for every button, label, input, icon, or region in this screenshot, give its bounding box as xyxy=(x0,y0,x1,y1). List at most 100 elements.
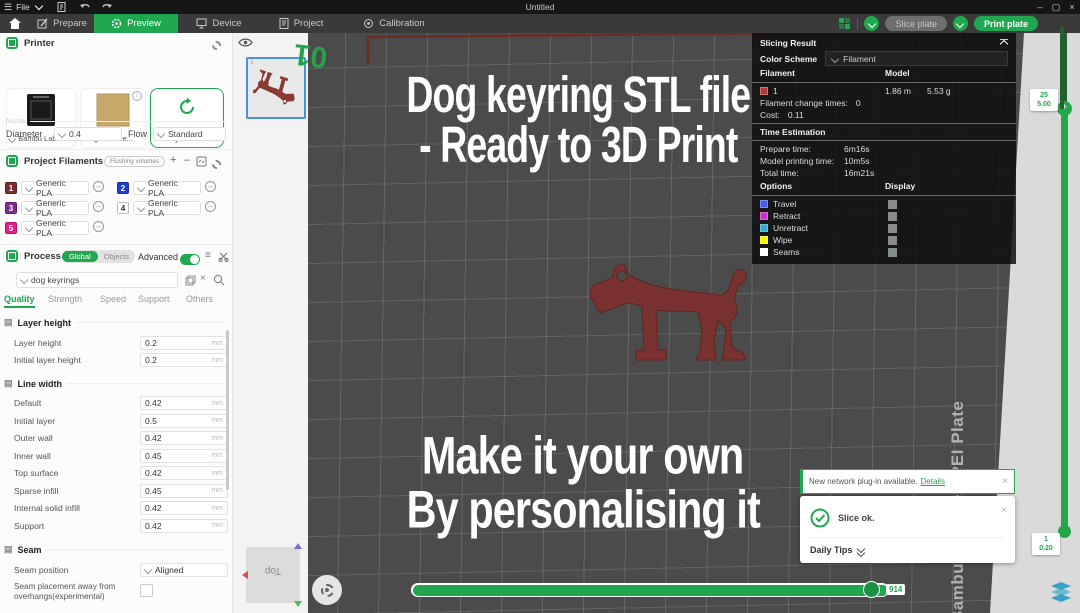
plate-number-label: 01 xyxy=(292,36,329,74)
daily-tips-link[interactable]: Daily Tips xyxy=(810,545,852,555)
close-icon[interactable]: × xyxy=(1001,506,1007,516)
collapse-panel-icon[interactable] xyxy=(1000,39,1008,47)
panel-scrollbar[interactable] xyxy=(226,330,229,490)
tab-support[interactable]: Support xyxy=(138,294,170,304)
compare-presets-icon[interactable] xyxy=(218,251,229,262)
printer-icon xyxy=(6,37,18,49)
retract-swatch xyxy=(760,212,768,220)
param-input[interactable]: 0.42mm xyxy=(140,396,228,410)
travel-checkbox[interactable] xyxy=(888,200,897,209)
filament-number: 1 xyxy=(773,86,778,96)
clear-search-icon[interactable]: × xyxy=(200,273,206,284)
tab-strength[interactable]: Strength xyxy=(48,294,82,304)
add-filament-button[interactable]: + xyxy=(170,154,176,166)
ams-sync-icon[interactable] xyxy=(196,156,207,167)
scope-toggle[interactable]: Global Objects xyxy=(62,250,135,263)
seams-checkbox[interactable]: ✓ xyxy=(888,248,897,257)
edit-filament-icon[interactable]: – xyxy=(205,181,216,192)
filament-color-chip[interactable]: 4 xyxy=(117,202,129,214)
dog-keyring-model[interactable] xyxy=(588,256,758,374)
overlay-caption-line2: By personalising it xyxy=(406,478,759,540)
edit-filament-icon[interactable]: – xyxy=(93,181,104,192)
param-input[interactable]: 0.2mm xyxy=(140,336,228,350)
param-row: Internal solid infill 0.42mm xyxy=(0,501,232,517)
param-input[interactable]: 0.42mm xyxy=(140,501,228,515)
parameter-list-icon[interactable]: ≡ xyxy=(205,250,211,261)
group-layer-height[interactable]: ▤ Layer height xyxy=(4,317,224,328)
tab-preview[interactable]: Preview xyxy=(94,14,178,33)
edit-filament-icon[interactable]: – xyxy=(93,201,104,212)
retract-checkbox[interactable] xyxy=(888,212,897,221)
filament-color-chip[interactable]: 2 xyxy=(117,182,129,194)
view-cube[interactable]: Top xyxy=(246,547,300,603)
param-input[interactable]: 0.42mm xyxy=(140,431,228,445)
param-input[interactable]: 0.45mm xyxy=(140,484,228,498)
close-icon[interactable]: × xyxy=(1002,477,1008,487)
tab-others[interactable]: Others xyxy=(186,294,213,304)
unretract-swatch xyxy=(760,224,768,232)
seam-position-select[interactable]: Aligned xyxy=(140,563,228,577)
group-line-width[interactable]: ▤ Line width xyxy=(4,378,224,389)
param-input[interactable]: 0.42mm xyxy=(140,466,228,480)
tab-speed[interactable]: Speed xyxy=(100,294,126,304)
filament-select[interactable]: Generic PLA xyxy=(21,201,89,215)
eye-icon[interactable] xyxy=(238,37,253,48)
filament-select[interactable]: Generic PLA xyxy=(133,181,201,195)
layers-icon[interactable] xyxy=(1050,582,1072,602)
print-plate-button[interactable]: Print plate xyxy=(974,16,1038,31)
plugin-notification-text: New network plug-in available. xyxy=(809,477,918,486)
param-input[interactable]: 0.45mm xyxy=(140,449,228,463)
info-icon[interactable]: i xyxy=(132,91,142,101)
unretract-checkbox[interactable] xyxy=(888,224,897,233)
slice-options-button[interactable] xyxy=(864,16,879,31)
plugin-details-link[interactable]: Details xyxy=(921,477,945,486)
preview-options-button[interactable] xyxy=(312,575,342,605)
filament-select[interactable]: Generic PLA xyxy=(21,181,89,195)
home-tab[interactable] xyxy=(0,14,30,33)
tab-prepare[interactable]: Prepare xyxy=(30,14,94,33)
edit-filament-icon[interactable]: – xyxy=(93,221,104,232)
filament-color-chip[interactable]: 3 xyxy=(5,202,17,214)
slice-ok-notification: Slice ok. × Daily Tips xyxy=(800,496,1015,563)
move-slider-handle[interactable] xyxy=(863,581,880,598)
divider xyxy=(857,18,858,30)
tab-calibration[interactable]: Calibration xyxy=(342,14,446,33)
print-options-button[interactable] xyxy=(953,16,968,31)
remove-filament-button[interactable]: – xyxy=(184,154,190,166)
time-row: Model printing time:10m5s xyxy=(752,155,1016,167)
flow-select[interactable]: Standard xyxy=(153,127,226,141)
color-scheme-select[interactable]: Filament xyxy=(825,51,1008,66)
preset-select[interactable]: dog keyrings xyxy=(16,272,178,288)
tab-quality[interactable]: Quality xyxy=(4,294,35,308)
wipe-checkbox[interactable] xyxy=(888,236,897,245)
scope-objects[interactable]: Objects xyxy=(98,251,135,262)
slice-plate-button[interactable]: Slice plate xyxy=(885,16,947,31)
scope-global[interactable]: Global xyxy=(62,251,98,262)
param-input[interactable]: 0.42mm xyxy=(140,519,228,533)
filament-select[interactable]: Generic PLA xyxy=(133,201,201,215)
group-seam[interactable]: ▤ Seam xyxy=(4,544,224,555)
filament-color-chip[interactable]: 5 xyxy=(5,222,17,234)
overhang-checkbox[interactable] xyxy=(140,584,153,597)
search-icon[interactable] xyxy=(213,274,225,286)
flushing-volumes-button[interactable]: Flushing volumes xyxy=(104,156,165,167)
advanced-toggle[interactable] xyxy=(180,254,200,265)
param-row: Sparse infill 0.45mm xyxy=(0,484,232,500)
param-input[interactable]: 0.5mm xyxy=(140,414,228,428)
tab-device[interactable]: Device xyxy=(178,14,260,33)
filament-color-chip[interactable]: 1 xyxy=(5,182,17,194)
tab-project[interactable]: Project xyxy=(260,14,342,33)
move-slider[interactable] xyxy=(411,583,889,597)
filament-select[interactable]: Generic PLA xyxy=(21,221,89,235)
double-chevron-down-icon[interactable] xyxy=(858,546,864,556)
layer-slider-track[interactable] xyxy=(1061,108,1068,532)
edit-filament-icon[interactable]: – xyxy=(205,201,216,212)
save-preset-icon[interactable] xyxy=(185,275,196,286)
param-row: Seam placement away from overhangs(exper… xyxy=(0,580,232,606)
diameter-select[interactable]: 0.4 xyxy=(54,127,122,141)
printer-settings-gear-icon[interactable] xyxy=(212,37,221,55)
divider xyxy=(810,537,1005,538)
filament-settings-gear-icon[interactable] xyxy=(212,156,221,174)
plates-manager-icon[interactable] xyxy=(838,17,851,30)
param-input[interactable]: 0.2mm xyxy=(140,353,228,367)
